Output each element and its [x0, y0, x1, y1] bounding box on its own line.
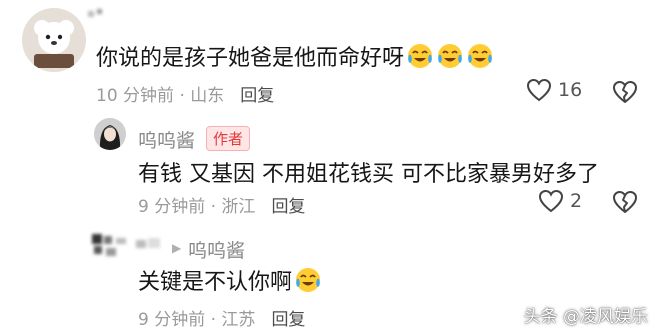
- author-avatar[interactable]: [94, 118, 126, 150]
- broken-heart-icon: [613, 191, 637, 213]
- comment-meta: 9 分钟前 · 江苏 回复: [138, 305, 305, 330]
- broken-heart-icon: [613, 81, 637, 103]
- laughing-crying-emoji: [436, 42, 464, 70]
- timestamp-location: 9 分钟前 · 浙江: [138, 197, 256, 217]
- avatar[interactable]: [22, 8, 86, 72]
- comment-text: 关键是不认你啊: [138, 264, 322, 296]
- author-badge: 作者: [206, 126, 251, 151]
- reply-button[interactable]: 回复: [240, 86, 274, 106]
- blurred-username: [88, 6, 106, 20]
- laughing-crying-emoji: [406, 42, 434, 70]
- dislike-button[interactable]: [612, 190, 638, 214]
- laughing-crying-emoji: [294, 266, 322, 294]
- reply-button[interactable]: 回复: [271, 197, 305, 217]
- like-count: 16: [558, 79, 583, 101]
- watermark: 头条 @凌风娱乐: [523, 307, 648, 327]
- reply-button[interactable]: 回复: [271, 310, 305, 330]
- comment-text: 有钱 又基因 不用姐花钱买 可不比家暴男好多了: [138, 162, 599, 187]
- timestamp-location: 10 分钟前 · 山东: [96, 86, 225, 106]
- like-count: 2: [570, 190, 583, 212]
- heart-icon: [526, 78, 552, 102]
- comment-meta: 10 分钟前 · 山东 回复: [96, 81, 274, 106]
- like-button[interactable]: 16: [526, 78, 582, 102]
- dislike-button[interactable]: [612, 80, 638, 104]
- comment-text: 你说的是孩子她爸是他而命好呀: [96, 40, 494, 72]
- comment-meta: 9 分钟前 · 浙江 回复: [138, 192, 305, 217]
- username[interactable]: 呜呜酱: [138, 126, 195, 153]
- timestamp-location: 9 分钟前 · 江苏: [138, 310, 256, 330]
- heart-icon: [538, 189, 564, 213]
- blurred-avatar[interactable]: [90, 232, 130, 262]
- laughing-crying-emoji: [466, 42, 494, 70]
- reply-to-arrow-icon: ▶: [172, 241, 182, 255]
- blurred-username[interactable]: [136, 236, 164, 252]
- like-button[interactable]: 2: [538, 189, 582, 213]
- replied-to-username[interactable]: 呜呜酱: [188, 236, 245, 263]
